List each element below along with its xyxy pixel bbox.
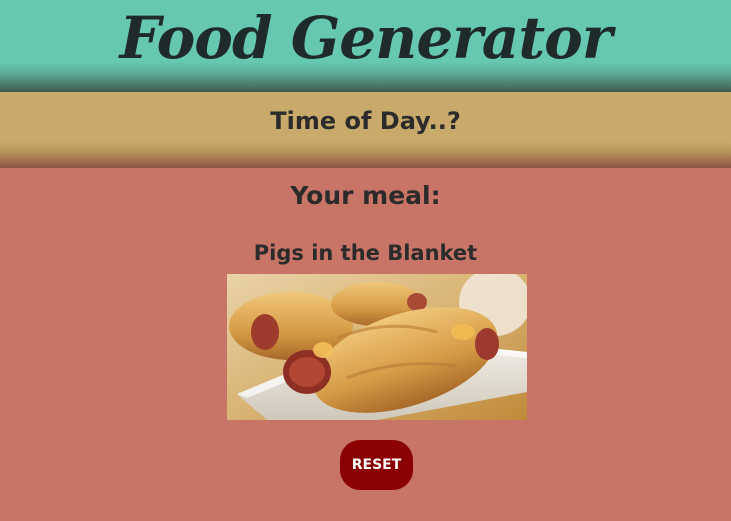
app-header: Food Generator: [0, 0, 731, 92]
meal-image: [227, 274, 527, 420]
app-title: Food Generator: [119, 4, 613, 72]
meal-photo-illustration: [227, 274, 527, 420]
meal-heading: Your meal:: [290, 181, 441, 210]
meal-name: Pigs in the Blanket: [253, 241, 478, 265]
time-of-day-band: Time of Day..?: [0, 92, 731, 168]
time-of-day-label: Time of Day..?: [270, 107, 461, 135]
reset-button[interactable]: RESET: [340, 440, 413, 490]
